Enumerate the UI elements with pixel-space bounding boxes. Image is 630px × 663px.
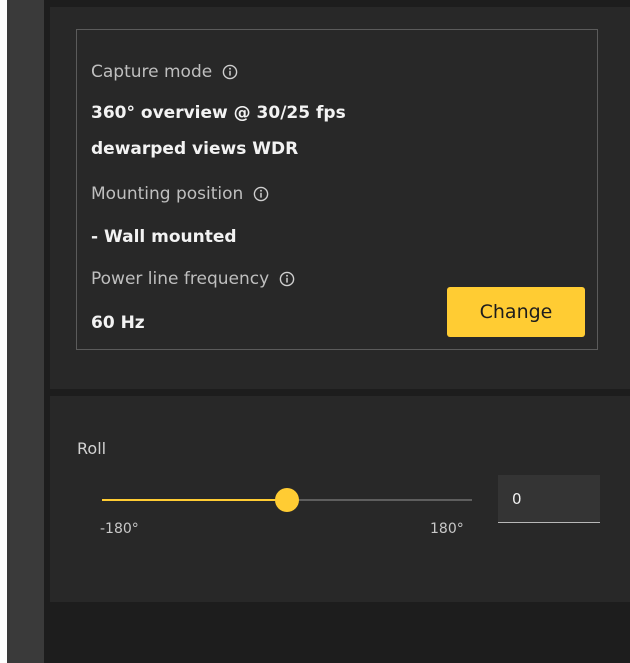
roll-min-label: -180°	[100, 521, 139, 537]
info-icon[interactable]	[222, 64, 238, 80]
app-frame: Capture mode 360° overview @ 30/25 fps d…	[7, 0, 630, 663]
info-icon[interactable]	[253, 186, 269, 202]
mounting-position-value: - Wall mounted	[91, 227, 237, 247]
roll-label: Roll	[77, 439, 107, 458]
mounting-position-label-row: Mounting position	[91, 184, 269, 204]
capture-mode-value-line2: dewarped views WDR	[91, 139, 299, 159]
side-rail	[7, 0, 44, 663]
change-button[interactable]: Change	[447, 287, 585, 337]
capture-mode-value: 360° overview @ 30/25 fps	[91, 103, 346, 123]
power-line-frequency-value: 60 Hz	[91, 313, 145, 333]
roll-slider[interactable]	[102, 488, 472, 512]
roll-panel: Roll -180° 180°	[50, 396, 630, 602]
capture-settings-panel: Capture mode 360° overview @ 30/25 fps d…	[50, 7, 630, 389]
roll-value-input[interactable]	[498, 475, 600, 523]
power-line-frequency-label: Power line frequency	[91, 269, 270, 289]
info-icon[interactable]	[279, 271, 295, 287]
roll-max-label: 180°	[430, 521, 464, 537]
capture-mode-label-row: Capture mode	[91, 62, 238, 82]
roll-slider-fill	[102, 499, 287, 501]
capture-info-box: Capture mode 360° overview @ 30/25 fps d…	[76, 29, 598, 350]
power-line-frequency-label-row: Power line frequency	[91, 269, 295, 289]
capture-mode-label: Capture mode	[91, 62, 213, 82]
roll-slider-thumb[interactable]	[275, 488, 299, 512]
mounting-position-label: Mounting position	[91, 184, 244, 204]
